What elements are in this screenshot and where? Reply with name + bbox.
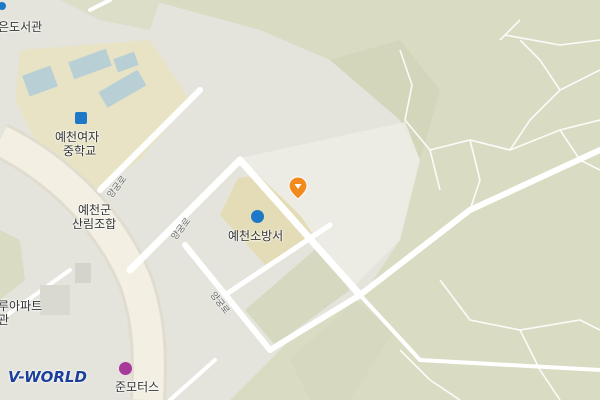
map-canvas[interactable] xyxy=(0,0,600,400)
forest-area-left xyxy=(0,230,25,300)
school-label-line2: 중학교 xyxy=(63,144,97,158)
library-label: 은도서관 xyxy=(0,20,43,34)
school-icon xyxy=(75,112,87,124)
cooperative-label-line1: 예천군 xyxy=(78,203,112,217)
fire-station-label: 예천소방서 xyxy=(228,229,284,243)
building xyxy=(40,285,70,315)
motors-label: 준모터스 xyxy=(115,380,160,394)
apartment-label-line2: 관 xyxy=(0,313,10,327)
apartment-label-line1: 루아파트 xyxy=(0,299,43,313)
forest-area-top xyxy=(60,0,160,30)
building xyxy=(75,263,91,283)
car-repair-icon xyxy=(119,362,132,375)
school-label-line1: 예천여자 xyxy=(55,130,100,144)
cooperative-label-line2: 산림조합 xyxy=(72,217,117,231)
location-pin-icon[interactable] xyxy=(288,176,308,200)
vworld-logo: V-WORLD xyxy=(8,368,87,386)
fire-station-icon xyxy=(251,210,264,223)
street[interactable] xyxy=(182,242,273,353)
street[interactable] xyxy=(168,358,217,400)
